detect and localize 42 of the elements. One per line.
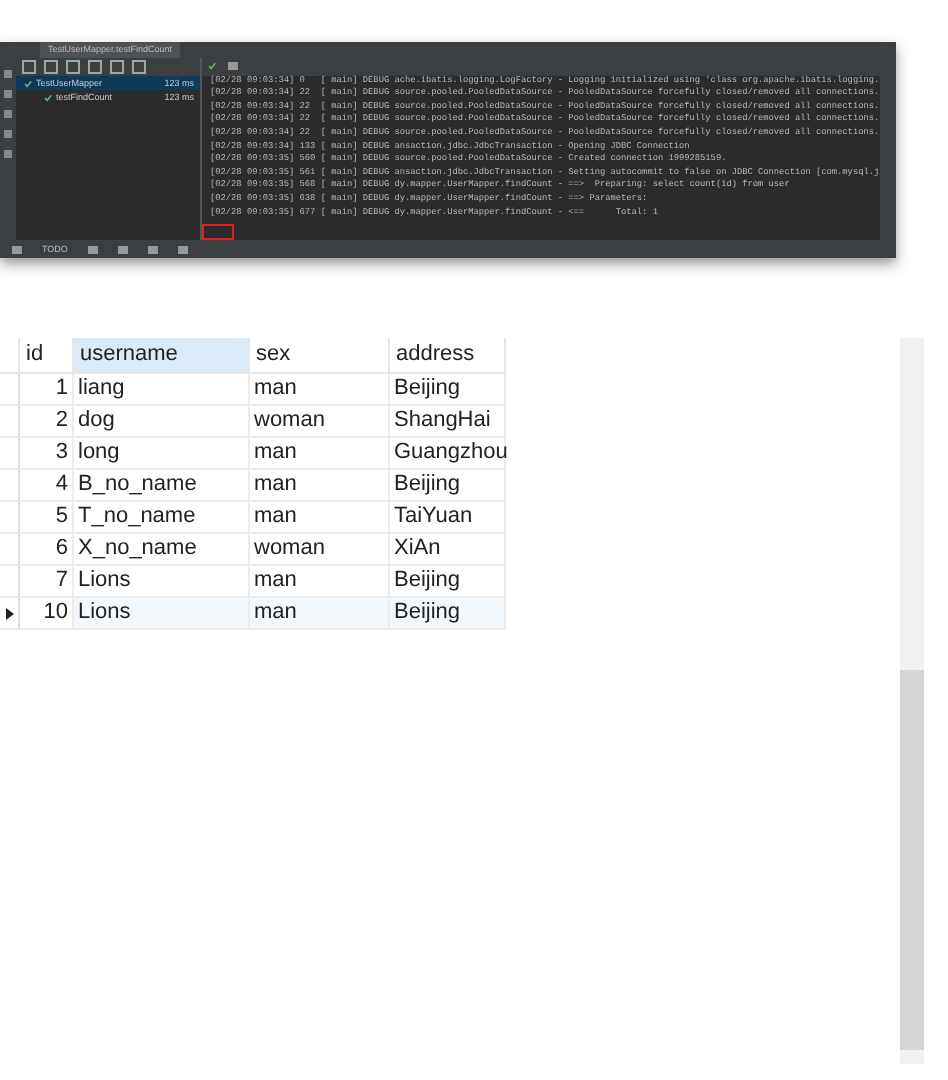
column-header[interactable]: username	[74, 338, 250, 374]
table-cell: man	[250, 374, 390, 406]
table-cell: man	[250, 470, 390, 502]
table-cell: woman	[250, 534, 390, 566]
table-cell: Beijing	[390, 598, 506, 630]
table-cell: 6	[20, 534, 74, 566]
check-icon	[208, 62, 216, 71]
column-header[interactable]: id	[20, 338, 74, 374]
table-cell: Beijing	[390, 566, 506, 598]
scrollbar[interactable]	[900, 338, 924, 1064]
input-cursor-field[interactable]	[202, 224, 234, 240]
table-cell: man	[250, 502, 390, 534]
column-header[interactable]: sex	[250, 338, 390, 374]
table-cell: 7	[20, 566, 74, 598]
table-cell: 1	[20, 374, 74, 406]
table-cell: XiAn	[390, 534, 506, 566]
table-cell: B_no_name	[74, 470, 250, 502]
table-cell: 3	[20, 438, 74, 470]
table-cell: Beijing	[390, 374, 506, 406]
table-cell: liang	[74, 374, 250, 406]
table-cell: man	[250, 598, 390, 630]
table-cell: ShangHai	[390, 406, 506, 438]
table-cell: 4	[20, 470, 74, 502]
table-cell: 5	[20, 502, 74, 534]
column-header[interactable]: address	[390, 338, 506, 374]
table-cell: man	[250, 566, 390, 598]
check-icon	[24, 79, 32, 87]
table-cell: dog	[74, 406, 250, 438]
table-cell: Lions	[74, 598, 250, 630]
table-cell: T_no_name	[74, 502, 250, 534]
table-cell: Beijing	[390, 470, 506, 502]
table-cell: man	[250, 438, 390, 470]
table-cell: Lions	[74, 566, 250, 598]
check-icon	[44, 93, 52, 101]
table-cell: TaiYuan	[390, 502, 506, 534]
current-row-icon	[5, 607, 13, 619]
table-cell: X_no_name	[74, 534, 250, 566]
table-cell: woman	[250, 406, 390, 438]
table-cell: Guangzhou	[390, 438, 506, 470]
table-cell: 2	[20, 406, 74, 438]
table-cell: 10	[20, 598, 74, 630]
table-cell: long	[74, 438, 250, 470]
